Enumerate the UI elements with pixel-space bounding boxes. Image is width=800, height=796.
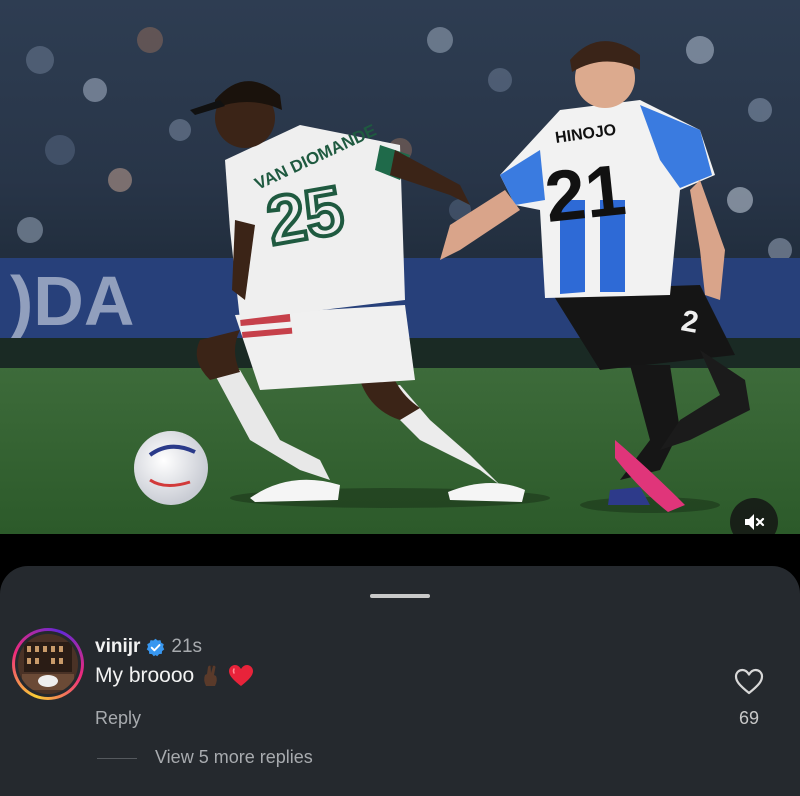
- reply-button[interactable]: Reply: [95, 708, 141, 729]
- comments-sheet: vinijr 21s My broooo Reply 69 View 5 mor…: [0, 566, 800, 796]
- video-frame[interactable]: )DA VAN DIOMANDE 25 2 HINOJO 21: [0, 0, 800, 534]
- player-right-number: 21: [541, 150, 629, 238]
- view-more-replies-button[interactable]: View 5 more replies: [155, 747, 313, 768]
- avatar: [18, 634, 78, 694]
- replies-divider: [97, 758, 137, 759]
- heart-outline-icon: [734, 668, 764, 694]
- speaker-muted-icon: [745, 514, 765, 530]
- like-button[interactable]: [733, 665, 765, 697]
- comment-username[interactable]: vinijr: [95, 636, 140, 658]
- football-scene-image: )DA VAN DIOMANDE 25 2 HINOJO 21: [0, 0, 800, 534]
- comment-body: My broooo: [95, 664, 254, 688]
- football: [134, 431, 208, 505]
- sheet-drag-handle[interactable]: [370, 594, 430, 598]
- verified-badge-icon: [146, 638, 165, 657]
- comment-header: vinijr 21s: [95, 636, 202, 658]
- svg-text:)DA: )DA: [10, 262, 134, 340]
- like-count: 69: [738, 708, 760, 728]
- avatar-story-ring[interactable]: [12, 628, 84, 700]
- player-left-number: 25: [261, 172, 349, 260]
- comment-timestamp: 21s: [171, 636, 203, 657]
- comment-text: My broooo: [95, 664, 195, 687]
- crossed-fingers-icon: [200, 664, 222, 688]
- red-heart-icon: [228, 664, 254, 688]
